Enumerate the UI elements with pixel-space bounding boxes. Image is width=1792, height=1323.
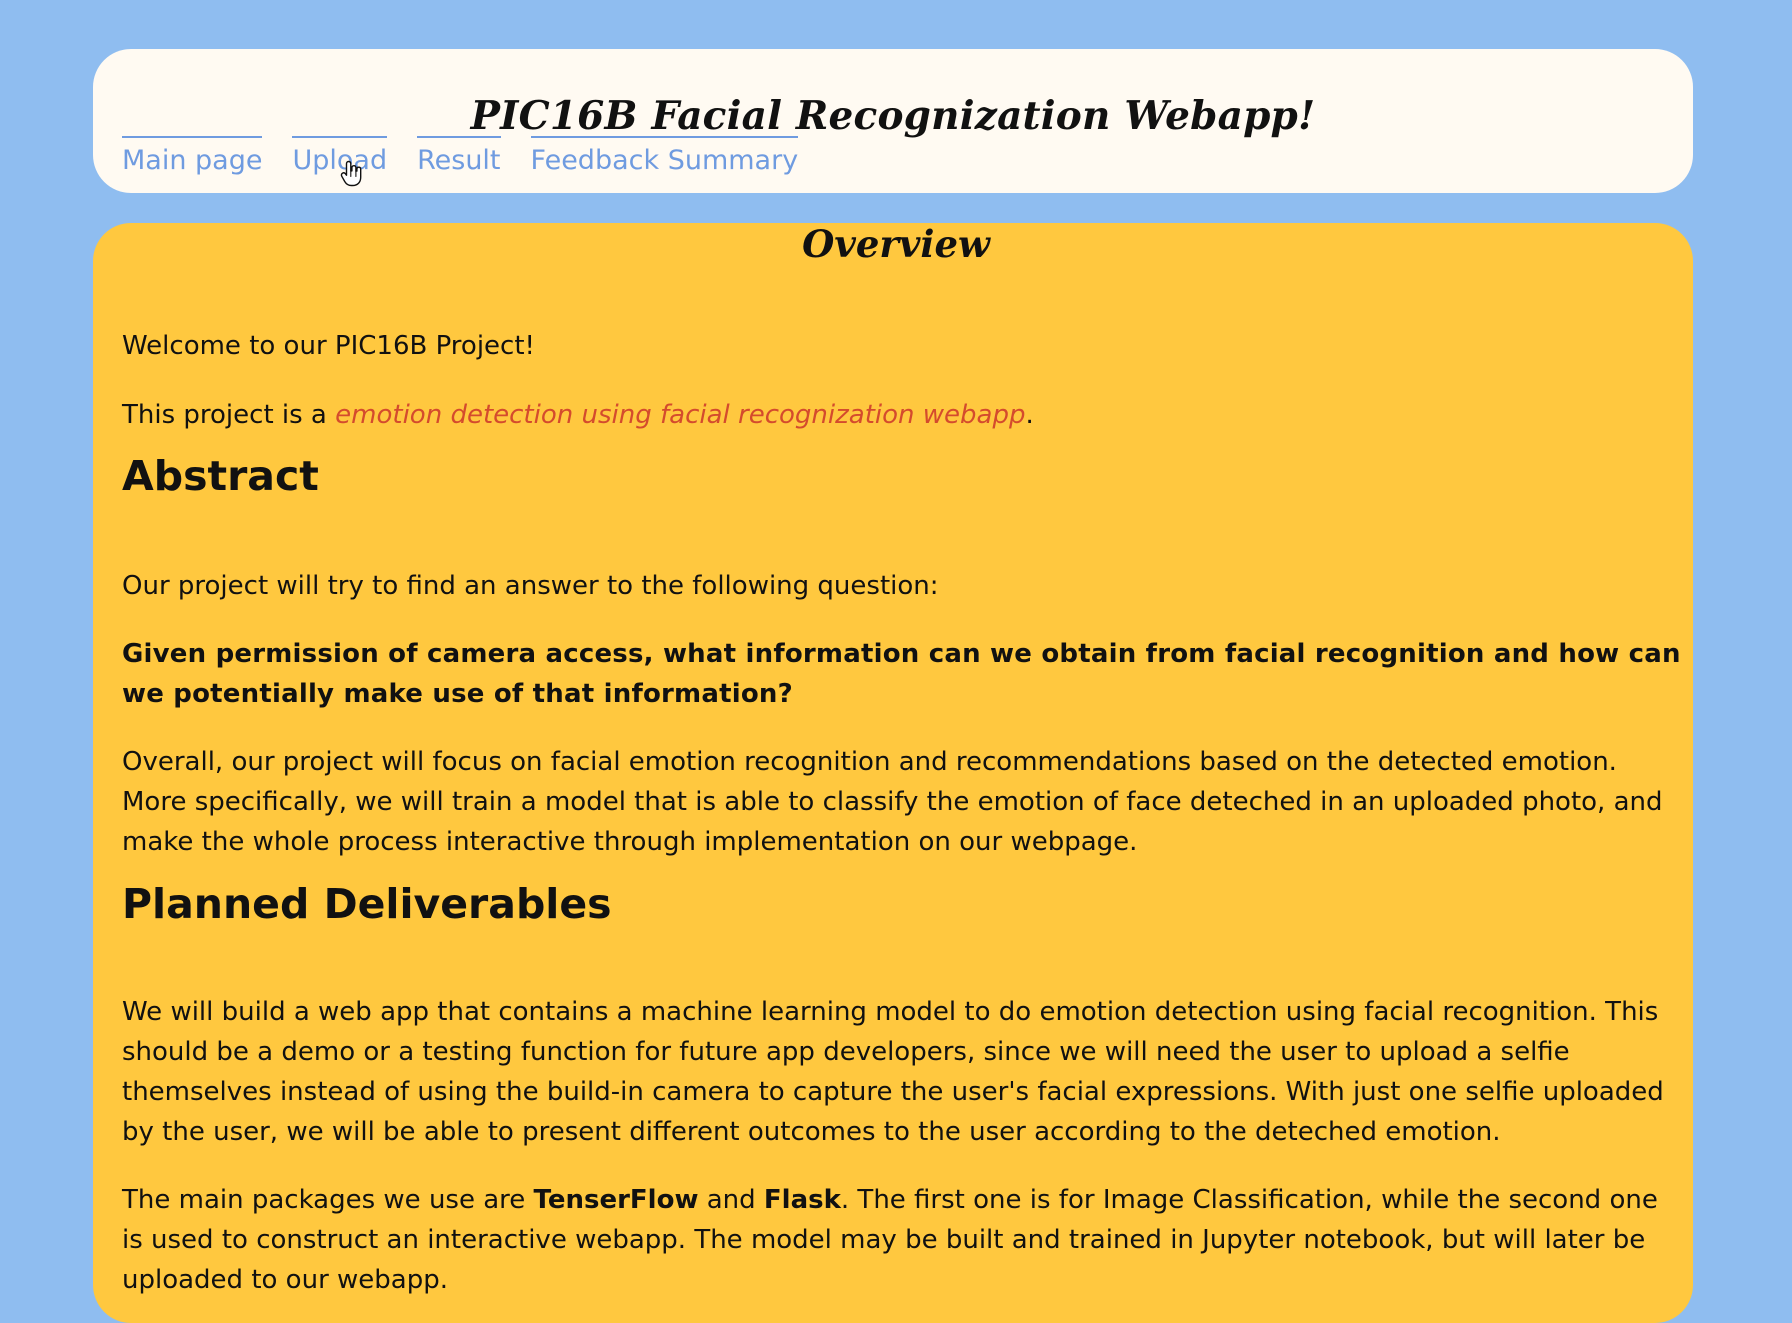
page-title: PIC16B Facial Recognization Webapp! xyxy=(470,93,1316,139)
deliverables-paragraph-2-and: and xyxy=(698,1185,764,1215)
abstract-question-text: Given permission of camera access, what … xyxy=(122,639,1681,709)
abstract-intro-text: Our project will try to find an answer t… xyxy=(122,571,939,601)
abstract-overall-text: Overall, our project will focus on facia… xyxy=(122,747,1663,857)
main-navigation: Main page Upload Result Feedback Summary xyxy=(122,136,799,176)
project-intro-prefix: This project is a xyxy=(122,400,336,430)
hand-pointer-cursor-icon xyxy=(340,160,362,187)
flask-package-name: Flask xyxy=(763,1185,841,1215)
tensorflow-package-name: TenserFlow xyxy=(533,1185,699,1215)
project-intro-highlight: emotion detection using facial recogniza… xyxy=(335,400,1026,430)
planned-deliverables-paragraph-2: The main packages we use are TenserFlow … xyxy=(122,1180,1684,1300)
project-intro-text: This project is a emotion detection usin… xyxy=(122,395,1684,435)
nav-main-page-link[interactable]: Main page xyxy=(122,136,263,176)
welcome-text: Welcome to our PIC16B Project! xyxy=(122,331,535,361)
nav-result-link[interactable]: Result xyxy=(417,136,501,176)
overview-title: Overview xyxy=(802,222,990,266)
nav-feedback-summary-link[interactable]: Feedback Summary xyxy=(530,136,799,176)
deliverables-paragraph-2-prefix: The main packages we use are xyxy=(122,1185,534,1215)
planned-deliverables-paragraph-1: We will build a web app that contains a … xyxy=(122,997,1664,1147)
planned-deliverables-heading: Planned Deliverables xyxy=(122,880,612,928)
abstract-heading: Abstract xyxy=(122,452,319,500)
project-intro-suffix: . xyxy=(1025,400,1034,430)
